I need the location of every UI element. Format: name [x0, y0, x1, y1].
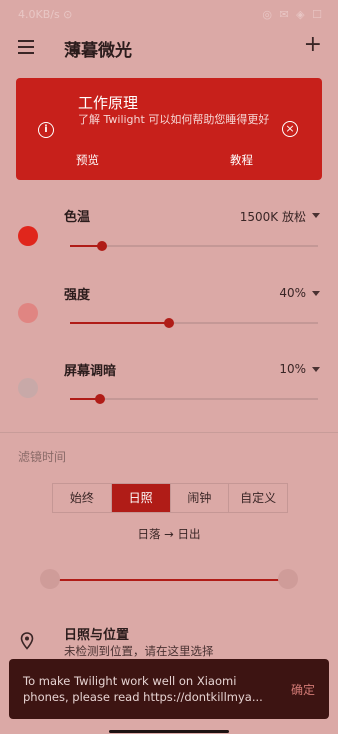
menu-icon[interactable] [18, 40, 34, 54]
card-description: 了解 Twilight 可以如何帮助您睡得更好 [78, 113, 270, 126]
location-title[interactable]: 日照与位置 [64, 624, 129, 643]
dim-dot [18, 378, 38, 398]
intensity-dot [18, 303, 38, 323]
option-alarm[interactable]: 闹钟 [171, 484, 230, 512]
snackbar-ok-button[interactable]: 确定 [291, 681, 315, 698]
divider [0, 432, 338, 433]
tutorial-button[interactable]: 教程 [230, 152, 253, 168]
home-indicator [109, 730, 229, 733]
info-icon: i [38, 122, 54, 138]
slider-thumb[interactable] [94, 394, 105, 404]
slider-thumb[interactable] [164, 318, 175, 328]
app-bar: 薄暮微光 + [0, 28, 338, 68]
chevron-down-icon[interactable] [312, 291, 320, 296]
slider-thumb[interactable] [97, 241, 108, 251]
chevron-down-icon[interactable] [312, 367, 320, 372]
option-custom[interactable]: 自定义 [229, 484, 287, 512]
dim-slider[interactable] [70, 394, 318, 404]
range-start-thumb[interactable] [40, 569, 60, 589]
filter-time-selector: 始终 日照 闹钟 自定义 [52, 483, 288, 513]
snackbar-message: To make Twilight work well on Xiaomi pho… [23, 674, 263, 704]
filter-time-title: 滤镜时间 [18, 450, 67, 464]
time-range-caption: 日落 → 日出 [137, 527, 201, 541]
option-sunlight[interactable]: 日照 [111, 484, 171, 512]
status-bar: 4.0KB/s ⊙ ◎ ✉ ◈ ☐ [0, 0, 338, 28]
location-pin-icon [20, 632, 34, 650]
add-icon[interactable]: + [304, 34, 322, 56]
color-temp-value[interactable]: 1500K 放松 [240, 208, 306, 225]
option-always[interactable]: 始终 [53, 484, 112, 512]
card-title: 工作原理 [78, 94, 139, 112]
chevron-down-icon[interactable] [312, 213, 320, 218]
preview-button[interactable]: 预览 [76, 152, 99, 168]
setting-color-temperature: 色温 1500K 放松 [0, 200, 338, 270]
intensity-slider[interactable] [70, 318, 318, 328]
intensity-label: 强度 [64, 288, 91, 303]
status-left: 4.0KB/s ⊙ [18, 8, 73, 21]
setting-screen-dim: 屏幕调暗 10% [0, 354, 338, 424]
color-temp-slider[interactable] [70, 241, 318, 251]
dim-value[interactable]: 10% [279, 362, 306, 376]
how-it-works-card: i 工作原理 了解 Twilight 可以如何帮助您睡得更好 预览 教程 × [16, 78, 322, 180]
location-subtitle[interactable]: 未检测到位置，请在这里选择 [64, 643, 214, 659]
color-temp-dot [18, 226, 38, 246]
app-title: 薄暮微光 [64, 41, 132, 61]
slider-fill [70, 322, 170, 324]
setting-intensity: 强度 40% [0, 278, 338, 348]
time-range-track [50, 579, 288, 581]
dim-label: 屏幕调暗 [64, 364, 117, 379]
status-icons: ◎ ✉ ◈ ☐ [262, 8, 324, 21]
range-end-thumb[interactable] [278, 569, 298, 589]
close-icon[interactable]: × [282, 121, 298, 137]
intensity-value[interactable]: 40% [279, 286, 306, 300]
snackbar: To make Twilight work well on Xiaomi pho… [9, 659, 329, 719]
color-temp-label: 色温 [64, 210, 91, 225]
